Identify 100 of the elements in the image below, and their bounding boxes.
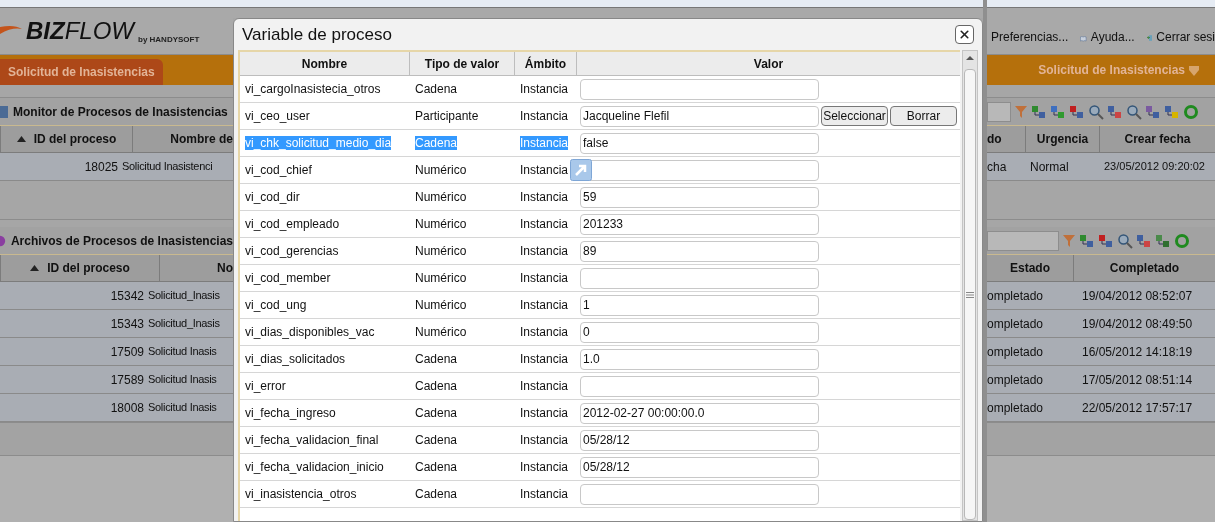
- value-field[interactable]: Jacqueline Flefil: [580, 105, 819, 127]
- column-header[interactable]: Tipo de valor: [410, 52, 515, 75]
- value-field[interactable]: 89: [580, 240, 819, 262]
- column-header[interactable]: do: [987, 126, 1026, 152]
- table-cell-text: ompletado: [987, 371, 1045, 389]
- scope: Instancia: [520, 271, 569, 285]
- variable-name[interactable]: vi_cod_member: [245, 271, 331, 285]
- column-header[interactable]: Ámbito: [515, 52, 577, 75]
- value-field[interactable]: false: [580, 132, 819, 154]
- value-type: Numérico: [415, 244, 467, 258]
- table-cell-text: cha: [987, 158, 1008, 176]
- logo: BIZFLOW: [26, 19, 134, 43]
- dropdown-icon[interactable]: [1189, 64, 1199, 76]
- value-field[interactable]: [580, 375, 819, 397]
- action-button[interactable]: Borrar: [890, 106, 957, 126]
- search-icon[interactable]: [1088, 103, 1104, 120]
- close-button[interactable]: [955, 25, 974, 44]
- value-type: Cadena: [415, 406, 458, 420]
- table-cell-text: Solicitud Inasis: [147, 400, 217, 416]
- scope: Instancia: [520, 325, 569, 339]
- scope: Instancia: [520, 244, 569, 258]
- column-header[interactable]: Estado: [987, 255, 1074, 281]
- scope: Instancia: [520, 190, 569, 204]
- filter-icon[interactable]: [1062, 232, 1076, 249]
- close-icon: [958, 28, 971, 41]
- help-link[interactable]: Ayuda...: [1090, 28, 1135, 46]
- variable-name[interactable]: vi_inasistencia_otros: [245, 487, 357, 501]
- panel-title: Archivos de Procesos de Inasistencias: [10, 232, 233, 250]
- column-header[interactable]: Nombre: [240, 52, 410, 75]
- table-cell-text: 15343: [109, 315, 144, 333]
- scope: Instancia: [520, 298, 569, 312]
- column-header[interactable]: ID del proceso: [0, 126, 133, 152]
- table-cell-text: Solicitud Inasis: [147, 344, 217, 360]
- value-field[interactable]: 05/28/12: [580, 456, 819, 478]
- table-cell-text: ompletado: [987, 287, 1045, 305]
- value-field[interactable]: 59: [580, 186, 819, 208]
- value-type: Numérico: [415, 298, 467, 312]
- grip-icon: [966, 291, 974, 298]
- value-field[interactable]: 201233: [580, 213, 819, 235]
- table-cell-text: 18025: [83, 158, 118, 176]
- value-field[interactable]: [580, 483, 819, 505]
- table-cell-text: Solicitud Inasistenci: [121, 159, 213, 175]
- value-type: Participante: [415, 109, 479, 123]
- value-field[interactable]: 0: [580, 321, 819, 343]
- filter-icon[interactable]: [1014, 103, 1028, 120]
- column-header[interactable]: Urgencia: [1026, 126, 1100, 152]
- scope: Instancia: [520, 460, 569, 474]
- value-type: Numérico: [415, 163, 467, 177]
- table-cell-text: ompletado: [987, 399, 1045, 417]
- scope: Instancia: [520, 82, 569, 96]
- column-header[interactable]: Valor: [577, 52, 960, 75]
- variable-name[interactable]: vi_cod_chief: [245, 163, 312, 177]
- variable-name[interactable]: vi_cod_dir: [245, 190, 300, 204]
- refresh-icon[interactable]: [1183, 103, 1199, 120]
- value-field[interactable]: 05/28/12: [580, 429, 819, 451]
- value-field[interactable]: [580, 267, 819, 289]
- value-type: Numérico: [415, 271, 467, 285]
- variable-name[interactable]: vi_fecha_ingreso: [245, 406, 336, 420]
- scrollbar[interactable]: [962, 50, 978, 521]
- value-field[interactable]: [580, 78, 819, 100]
- variable-name[interactable]: vi_cod_ung: [245, 298, 307, 312]
- table-cell-text: 16/05/2012 14:18:19: [1081, 343, 1193, 361]
- scope: Instancia: [520, 217, 569, 231]
- variable-name[interactable]: vi_dias_disponibles_vac: [245, 325, 375, 339]
- action-button[interactable]: Seleccionar: [821, 106, 888, 126]
- column-header[interactable]: Crear fecha: [1100, 126, 1215, 152]
- variable-name[interactable]: vi_error: [245, 379, 286, 393]
- variable-name[interactable]: vi_ceo_user: [245, 109, 310, 123]
- search-icon[interactable]: [1117, 232, 1133, 249]
- value-type: Numérico: [415, 325, 467, 339]
- scope: Instancia: [520, 352, 569, 366]
- search-field[interactable]: [987, 101, 1011, 122]
- value-type: Cadena: [415, 82, 458, 96]
- variable-name[interactable]: vi_fecha_validacion_inicio: [245, 460, 384, 474]
- scope: Instancia: [520, 136, 569, 150]
- column-header[interactable]: Completado: [1074, 255, 1215, 281]
- value-type: Cadena: [415, 487, 458, 501]
- search-icon[interactable]: [1126, 103, 1142, 120]
- logout-link[interactable]: Cerrar sesi: [1156, 28, 1215, 46]
- variable-name[interactable]: vi_cargoInasistecia_otros: [245, 82, 381, 96]
- table-cell-text: 22/05/2012 17:57:17: [1081, 399, 1193, 417]
- variable-name[interactable]: vi_dias_solicitados: [245, 352, 346, 366]
- table-cell-text: ompletado: [987, 343, 1045, 361]
- table-cell-text: 17/05/2012 08:51:14: [1081, 371, 1193, 389]
- table-cell-text: 17509: [109, 343, 144, 361]
- column-header[interactable]: No: [160, 255, 233, 281]
- value-type: Cadena: [415, 352, 458, 366]
- value-field[interactable]: 1: [580, 294, 819, 316]
- variable-name[interactable]: vi_cod_gerencias: [245, 244, 339, 258]
- value-field[interactable]: 1.0: [580, 348, 819, 370]
- value-type: Numérico: [415, 190, 467, 204]
- variable-name[interactable]: vi_fecha_validacion_final: [245, 433, 379, 447]
- value-field[interactable]: 2012-02-27 00:00:00.0: [580, 402, 819, 424]
- variable-name[interactable]: vi_cod_empleado: [245, 217, 340, 231]
- preferences-link[interactable]: Preferencias...: [987, 28, 1069, 46]
- column-header[interactable]: ID del proceso: [0, 255, 160, 281]
- column-header[interactable]: Nombre de: [133, 126, 233, 152]
- search-field[interactable]: [987, 230, 1059, 251]
- logo-byline: by HANDYSOFT: [138, 34, 200, 46]
- refresh-icon[interactable]: [1174, 232, 1190, 249]
